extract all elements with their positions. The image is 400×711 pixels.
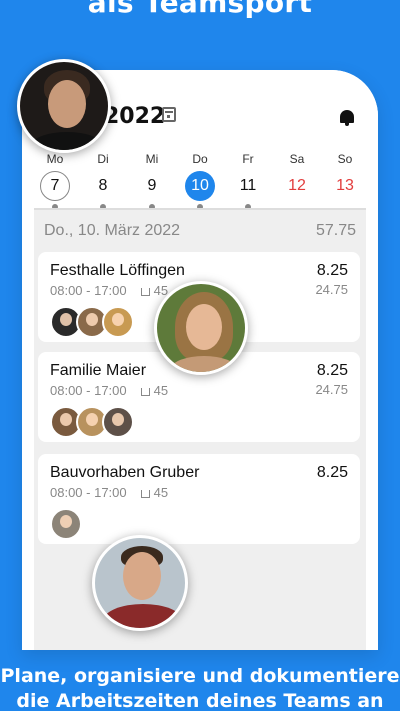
job-time-range: 08:00 - 17:00 xyxy=(50,485,127,500)
day-number: 8 xyxy=(98,177,108,194)
day-number: 7 xyxy=(40,171,70,201)
day-name: Do xyxy=(192,152,208,166)
day-number: 10 xyxy=(185,171,215,201)
date-summary: Do., 10. März 2022 57.75 xyxy=(44,222,356,240)
job-total-hours: 24.75 xyxy=(315,382,348,397)
job-time: 08:00 - 17:00 45 xyxy=(50,383,348,398)
team-member-photo xyxy=(17,59,111,153)
break-minutes: 45 xyxy=(153,383,169,398)
year-label[interactable]: 2022 xyxy=(104,104,165,129)
coffee-cup-icon xyxy=(140,388,150,396)
avatar-group[interactable] xyxy=(50,406,348,438)
day-name: Mi xyxy=(145,152,159,166)
job-time: 08:00 - 17:00 45 xyxy=(50,485,348,500)
bell-icon[interactable] xyxy=(340,110,354,126)
caption-line-2: die Arbeitszeiten deines Teams an xyxy=(16,690,384,711)
job-time-range: 08:00 - 17:00 xyxy=(50,283,127,298)
day-number: 12 xyxy=(288,177,306,194)
avatar-group[interactable] xyxy=(50,508,348,540)
day-mi[interactable]: Mi 9 xyxy=(132,152,172,210)
job-card[interactable]: Bauvorhaben Gruber 8.25 08:00 - 17:00 45 xyxy=(38,454,360,544)
job-total-hours: 24.75 xyxy=(315,282,348,297)
day-fr[interactable]: Fr 11 xyxy=(228,152,268,210)
team-member-photo xyxy=(154,281,248,375)
day-number: 9 xyxy=(147,177,157,194)
job-hours: 8.25 xyxy=(316,464,348,481)
calendar-icon[interactable] xyxy=(162,107,176,122)
avatar xyxy=(102,406,134,438)
avatar xyxy=(50,508,82,540)
job-hours: 8.25 xyxy=(316,262,348,279)
day-mo[interactable]: Mo 7 xyxy=(35,152,75,210)
job-title: Bauvorhaben Gruber xyxy=(50,464,200,481)
selected-date: Do., 10. März 2022 xyxy=(44,222,181,239)
day-name: Mo xyxy=(46,152,64,166)
day-number: 11 xyxy=(239,177,257,194)
day-content: Do., 10. März 2022 57.75 Festhalle Löffi… xyxy=(34,208,366,650)
marketing-caption: Plane, organisiere und dokumentiere die … xyxy=(0,664,400,711)
day-name: Fr xyxy=(242,152,254,166)
job-hours: 8.25 xyxy=(316,362,348,379)
avatar xyxy=(102,306,134,338)
team-member-photo xyxy=(92,535,188,631)
job-title: Festhalle Löffingen xyxy=(50,262,185,279)
headline: als Teamsport xyxy=(87,0,313,19)
day-name: Sa xyxy=(289,152,305,166)
day-so[interactable]: So 13 xyxy=(325,152,365,201)
day-di[interactable]: Di 8 xyxy=(83,152,123,210)
day-total-hours: 57.75 xyxy=(315,222,356,239)
job-time-range: 08:00 - 17:00 xyxy=(50,383,127,398)
week-strip: Mo 7 Di 8 Mi 9 Do 10 Fr 11 Sa 12 So 13 xyxy=(22,152,378,210)
day-name: So xyxy=(337,152,353,166)
caption-line-1: Plane, organisiere und dokumentiere xyxy=(0,665,400,687)
day-number: 13 xyxy=(336,177,354,194)
day-do[interactable]: Do 10 xyxy=(180,152,220,210)
coffee-cup-icon xyxy=(140,288,150,296)
day-name: Di xyxy=(97,152,109,166)
break-minutes: 45 xyxy=(153,485,169,500)
coffee-cup-icon xyxy=(140,490,150,498)
day-sa[interactable]: Sa 12 xyxy=(277,152,317,201)
